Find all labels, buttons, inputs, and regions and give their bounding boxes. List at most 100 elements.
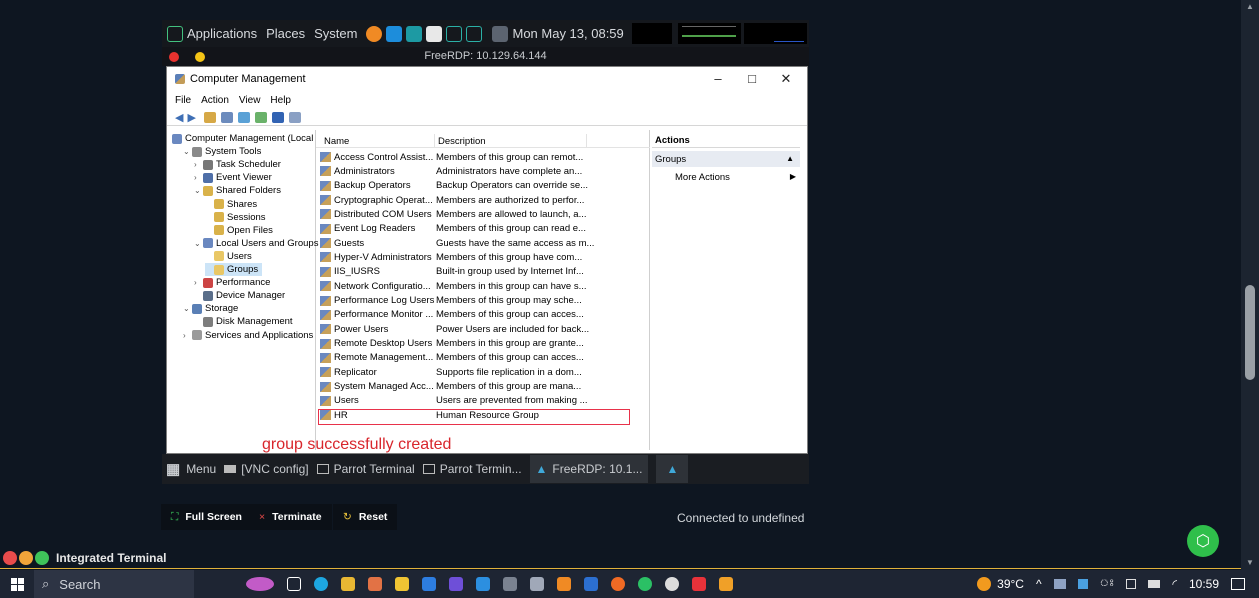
taskbar-parrot-terminal-2[interactable]: Parrot Termin... bbox=[422, 462, 522, 476]
group-row[interactable]: Guests Guests have the same access as m..… bbox=[320, 236, 594, 250]
terminal-icon[interactable] bbox=[503, 577, 517, 591]
group-row[interactable]: Event Log Readers Members of this group c… bbox=[320, 222, 586, 236]
group-row[interactable]: Users Users are prevented from making ... bbox=[320, 394, 588, 408]
sublime-icon[interactable] bbox=[395, 577, 409, 591]
column-description[interactable]: Description bbox=[438, 136, 486, 147]
recorder-icon[interactable] bbox=[692, 577, 706, 591]
taskbar-freerdp[interactable]: ▲ FreeRDP: 10.1... bbox=[529, 455, 649, 483]
chevron-up-icon[interactable]: ^ bbox=[1036, 577, 1042, 591]
edge-icon[interactable] bbox=[314, 577, 328, 591]
group-row[interactable]: Cryptographic Operat... Members are autho… bbox=[320, 193, 584, 207]
tree-node[interactable]: › Performance bbox=[194, 276, 270, 289]
menu-help[interactable]: Help bbox=[270, 95, 291, 106]
up-folder-icon[interactable] bbox=[203, 111, 216, 123]
tree-node[interactable]: ⌄ Shared Folders bbox=[194, 184, 281, 197]
scroll-up-icon[interactable]: ▲ bbox=[1246, 2, 1254, 11]
green-circle-icon[interactable] bbox=[35, 551, 49, 565]
group-row[interactable]: System Managed Acc... Members of this gro… bbox=[320, 380, 581, 394]
page-scrollbar[interactable]: ▲ ▼ bbox=[1241, 0, 1259, 570]
red-circle-icon[interactable] bbox=[3, 551, 17, 565]
tree-node[interactable]: Computer Management (Local bbox=[172, 132, 313, 145]
language-icon[interactable]: ঃ bbox=[1100, 576, 1115, 593]
group-row[interactable]: Performance Log Users Members of this gro… bbox=[320, 294, 582, 308]
temperature[interactable]: 39°C bbox=[997, 577, 1024, 591]
applications-menu[interactable]: Applications bbox=[167, 25, 257, 42]
refresh-icon[interactable] bbox=[237, 111, 250, 123]
more-actions[interactable]: More Actions ▶ bbox=[675, 172, 796, 183]
group-row[interactable]: HR Human Resource Group bbox=[320, 408, 539, 422]
group-row[interactable]: Backup Operators Backup Operators can ove… bbox=[320, 179, 588, 193]
tree-node[interactable]: › Services and Applications bbox=[183, 329, 313, 342]
group-row[interactable]: Network Configuratio... Members in this g… bbox=[320, 279, 587, 293]
export-icon[interactable] bbox=[254, 111, 267, 123]
reset-button[interactable]: ↻ Reset bbox=[333, 504, 398, 530]
firefox-icon[interactable] bbox=[366, 25, 383, 42]
text-editor-icon[interactable] bbox=[426, 25, 443, 42]
chevron-right-icon[interactable]: › bbox=[194, 173, 203, 182]
properties-icon[interactable] bbox=[288, 111, 301, 123]
menu-view[interactable]: View bbox=[239, 95, 261, 106]
close-icon[interactable]: ✕ bbox=[769, 71, 803, 87]
tree-node[interactable]: ⌄ Local Users and Groups bbox=[194, 237, 318, 250]
clock[interactable]: 10:59 bbox=[1189, 577, 1219, 591]
tree-node[interactable]: Groups bbox=[205, 263, 263, 276]
settings-icon[interactable] bbox=[665, 577, 679, 591]
tray-app-icon[interactable] bbox=[1053, 579, 1066, 589]
chart-app-icon[interactable] bbox=[406, 25, 423, 42]
tree-node[interactable]: › Task Scheduler bbox=[194, 158, 281, 171]
terminal-2-icon[interactable] bbox=[466, 25, 483, 42]
chevron-right-icon[interactable]: › bbox=[194, 278, 203, 287]
pen-icon[interactable] bbox=[422, 577, 436, 591]
group-row[interactable]: IIS_IUSRS Built-in group used by Internet… bbox=[320, 265, 584, 279]
task-view-icon[interactable] bbox=[287, 577, 301, 591]
display-icon[interactable] bbox=[1148, 580, 1161, 588]
tree-node[interactable]: ⌄ System Tools bbox=[183, 145, 261, 158]
tree-node[interactable]: Sessions bbox=[205, 211, 266, 224]
group-row[interactable]: Remote Desktop Users Members in this grou… bbox=[320, 337, 584, 351]
back-icon[interactable]: ◀ bbox=[175, 111, 183, 124]
taskbar-freerdp-2[interactable]: ▲ bbox=[656, 455, 689, 483]
places-menu[interactable]: Places bbox=[266, 26, 305, 41]
menu-button[interactable]: ▦ Menu bbox=[166, 460, 216, 478]
minimize-icon[interactable]: – bbox=[701, 71, 735, 87]
group-row[interactable]: Distributed COM Users Members are allowed… bbox=[320, 207, 587, 221]
tree-node[interactable]: Shares bbox=[205, 198, 257, 211]
taskbar-search[interactable]: ⌕ Search bbox=[34, 570, 194, 598]
chrome-icon[interactable] bbox=[368, 577, 382, 591]
show-hide-tree-icon[interactable] bbox=[220, 111, 233, 123]
file-explorer-icon[interactable] bbox=[341, 577, 355, 591]
wifi-icon[interactable]: ◜ bbox=[1172, 577, 1177, 591]
floating-cube-button[interactable]: ⬡ bbox=[1187, 525, 1219, 557]
weather-sun-icon[interactable] bbox=[977, 577, 992, 591]
menu-file[interactable]: File bbox=[175, 95, 191, 106]
group-row[interactable]: Remote Management... Members of this grou… bbox=[320, 351, 584, 365]
chevron-right-icon[interactable]: › bbox=[183, 331, 192, 340]
chevron-down-icon[interactable]: ⌄ bbox=[194, 186, 203, 195]
column-name[interactable]: Name bbox=[324, 136, 349, 147]
terminal-icon[interactable] bbox=[446, 25, 463, 42]
tree-node[interactable]: ⌄ Storage bbox=[183, 302, 238, 315]
postman-icon[interactable] bbox=[719, 577, 733, 591]
taskbar-vnc-config[interactable]: [VNC config] bbox=[224, 462, 309, 476]
tree-node[interactable]: Disk Management bbox=[194, 315, 293, 328]
taskbar-parrot-terminal-1[interactable]: Parrot Terminal bbox=[316, 462, 415, 476]
group-row[interactable]: Hyper-V Administrators Members of this gr… bbox=[320, 250, 582, 264]
panel-clock[interactable]: Mon May 13, 08:59 bbox=[512, 26, 623, 41]
scroll-down-icon[interactable]: ▼ bbox=[1246, 558, 1254, 567]
tree-node[interactable]: Device Manager bbox=[194, 289, 285, 302]
terminate-button[interactable]: × Terminate bbox=[249, 504, 332, 530]
vs-icon[interactable] bbox=[449, 577, 463, 591]
lightning-icon[interactable] bbox=[386, 25, 403, 42]
group-row[interactable]: Power Users Power Users are included for … bbox=[320, 322, 589, 336]
shield-icon[interactable] bbox=[530, 577, 544, 591]
chevron-down-icon[interactable]: ⌄ bbox=[183, 147, 192, 156]
integrated-terminal-bar[interactable]: Integrated Terminal bbox=[0, 549, 166, 567]
vscode-icon[interactable] bbox=[476, 577, 490, 591]
notifications-icon[interactable] bbox=[1231, 578, 1245, 590]
maximize-icon[interactable]: □ bbox=[735, 71, 769, 87]
system-menu[interactable]: System bbox=[314, 26, 357, 41]
chevron-right-icon[interactable]: › bbox=[194, 160, 203, 169]
nord-icon[interactable] bbox=[584, 577, 598, 591]
firefox-icon[interactable] bbox=[611, 577, 625, 591]
menu-action[interactable]: Action bbox=[201, 95, 229, 106]
